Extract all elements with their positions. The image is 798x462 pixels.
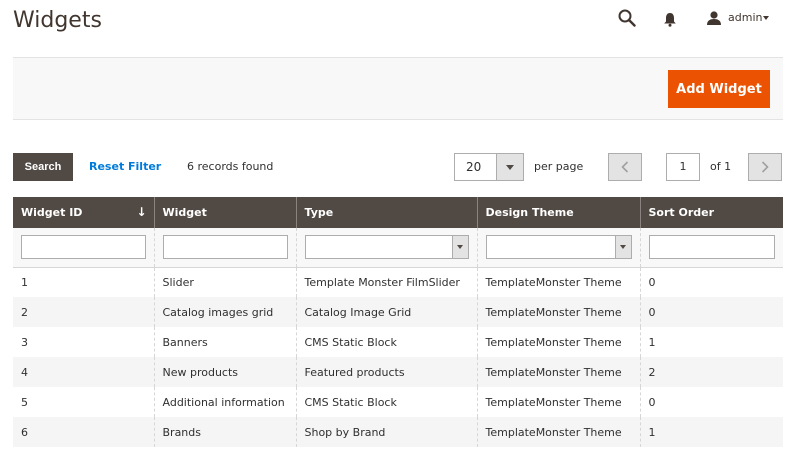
filter-sort-order-input[interactable] [648, 235, 775, 260]
cell-widget-id: 4 [13, 357, 154, 387]
chevron-left-icon [621, 161, 629, 173]
type-select-toggle[interactable] [451, 236, 468, 259]
column-header-design-theme[interactable]: Design Theme [476, 197, 640, 228]
filter-design-theme-select[interactable] [485, 235, 632, 260]
cell-widget: Banners [153, 327, 296, 357]
sort-arrow-down-icon: ↓ [136, 205, 147, 219]
cell-widget-id: 1 [21, 275, 28, 289]
chevron-down-icon [620, 245, 626, 250]
chevron-down-icon [457, 245, 463, 250]
chevron-down-icon [506, 164, 514, 170]
cell-type: CMS Static Block [295, 327, 477, 357]
cell-widget: New products [153, 357, 296, 387]
filter-row [13, 228, 783, 268]
per-page-select[interactable]: 20 [454, 153, 524, 181]
cell-sort-order: 1 [639, 327, 783, 357]
page-actions-bar: Add Widget [13, 57, 783, 120]
cell-widget: Slider [153, 267, 296, 297]
column-header-widget[interactable]: Widget [153, 197, 296, 228]
admin-user-menu[interactable]: admin [728, 11, 762, 24]
cell-sort-order: 0 [639, 387, 783, 417]
cell-sort-order: 0 [639, 267, 783, 297]
grid-toolbar: Search Reset Filter 6 records found 20 p… [13, 153, 783, 181]
filter-type-select[interactable] [304, 235, 469, 260]
column-label: Type [304, 206, 334, 219]
current-page-input[interactable]: 1 [666, 153, 700, 181]
cell-sort-order: 2 [639, 357, 783, 387]
caret-down-icon[interactable] [763, 16, 769, 20]
theme-select-toggle[interactable] [614, 236, 631, 259]
grid-header-row: Widget ID ↓ Widget Type Design Theme Sort… [13, 197, 783, 228]
filter-widget-input[interactable] [162, 235, 288, 260]
total-pages-label: of 1 [710, 160, 732, 173]
add-widget-button[interactable]: Add Widget [668, 70, 770, 108]
cell-design-theme: TemplateMonster Theme [476, 417, 640, 447]
cell-type: Shop by Brand [295, 417, 477, 447]
user-icon[interactable] [706, 10, 722, 26]
column-label: Widget [162, 206, 207, 219]
widgets-grid: Widget ID ↓ Widget Type Design Theme Sort… [13, 197, 783, 447]
cell-widget-id: 6 [13, 417, 154, 447]
table-row[interactable]: 1 Slider Template Monster FilmSlider Tem… [13, 267, 783, 297]
cell-design-theme: TemplateMonster Theme [476, 387, 640, 417]
cell-widget-id: 2 [13, 297, 154, 327]
cell-widget: Catalog images grid [153, 297, 296, 327]
cell-type: Featured products [295, 357, 477, 387]
per-page-value: 20 [466, 160, 482, 174]
cell-widget: Brands [153, 417, 296, 447]
column-header-widget-id[interactable]: Widget ID ↓ [13, 197, 154, 228]
table-row[interactable]: 3 Banners CMS Static Block TemplateMonst… [13, 327, 783, 357]
table-row[interactable]: 2 Catalog images grid Catalog Image Grid… [13, 297, 783, 327]
page-title: Widgets [13, 8, 102, 33]
table-row[interactable]: 6 Brands Shop by Brand TemplateMonster T… [13, 417, 783, 447]
table-row[interactable]: 5 Additional information CMS Static Bloc… [13, 387, 783, 417]
table-row[interactable]: 4 New products Featured products Templat… [13, 357, 783, 387]
next-page-button[interactable] [748, 153, 782, 181]
chevron-right-icon [761, 161, 769, 173]
cell-type: Catalog Image Grid [295, 297, 477, 327]
search-button[interactable]: Search [13, 153, 73, 181]
cell-sort-order: 0 [639, 297, 783, 327]
per-page-dropdown-toggle[interactable] [496, 154, 523, 180]
cell-widget-id: 5 [21, 395, 28, 409]
cell-design-theme: TemplateMonster Theme [476, 297, 640, 327]
reset-filter-link[interactable]: Reset Filter [89, 160, 161, 173]
filter-widget-id-input[interactable] [21, 235, 146, 260]
column-header-sort-order[interactable]: Sort Order [639, 197, 783, 228]
column-label: Widget ID [21, 206, 83, 219]
cell-design-theme: TemplateMonster Theme [476, 327, 640, 357]
cell-design-theme: TemplateMonster Theme [476, 357, 640, 387]
records-found-count: 6 records found [187, 160, 274, 173]
cell-widget: Additional information [153, 387, 296, 417]
cell-type: CMS Static Block [295, 387, 477, 417]
previous-page-button[interactable] [608, 153, 642, 181]
column-label: Design Theme [485, 206, 574, 219]
bell-icon[interactable] [663, 12, 677, 27]
column-label: Sort Order [648, 206, 715, 219]
search-icon[interactable] [618, 9, 636, 27]
per-page-label: per page [534, 160, 584, 173]
column-header-type[interactable]: Type [295, 197, 477, 228]
cell-sort-order: 1 [639, 417, 783, 447]
cell-widget-id: 3 [21, 335, 28, 349]
cell-design-theme: TemplateMonster Theme [476, 267, 640, 297]
cell-type: Template Monster FilmSlider [295, 267, 477, 297]
